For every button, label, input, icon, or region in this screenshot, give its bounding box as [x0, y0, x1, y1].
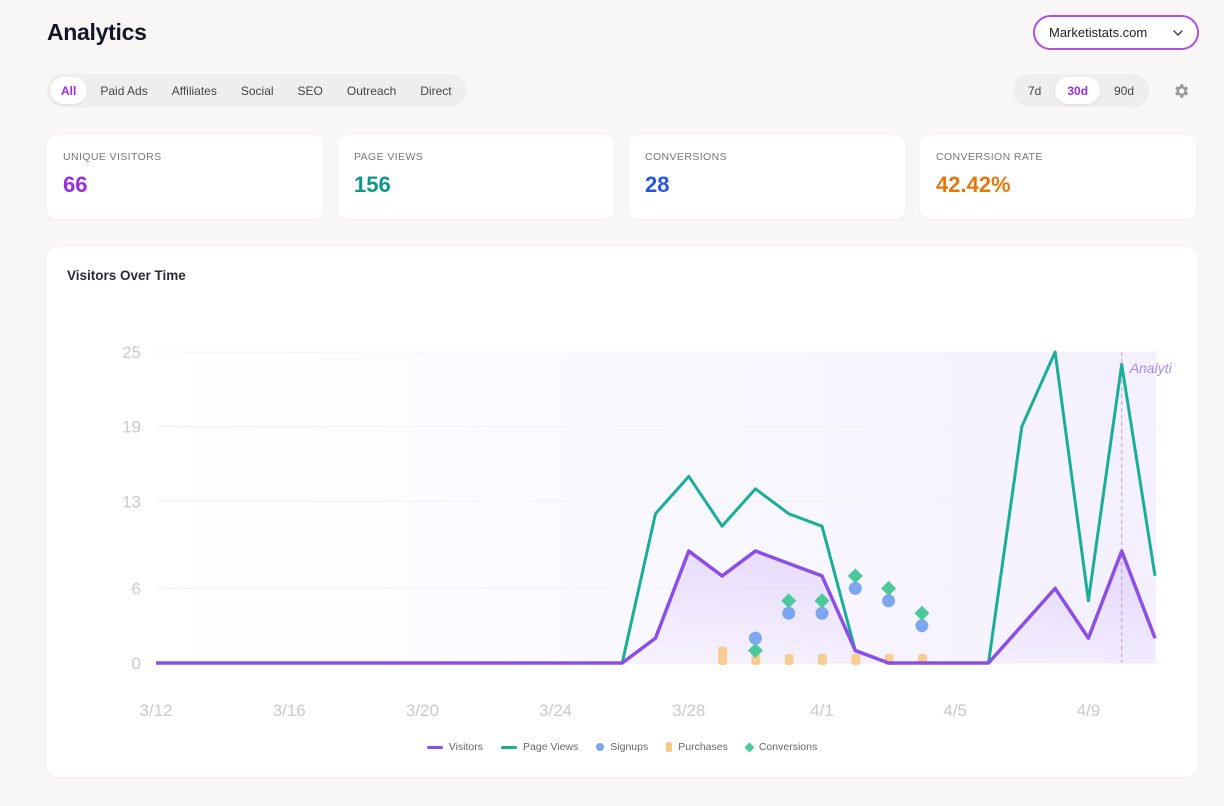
tab-seo[interactable]: SEO — [287, 77, 334, 104]
y-tick-label: 25 — [122, 343, 141, 362]
stat-card-conversion-rate: CONVERSION RATE 42.42% — [920, 135, 1196, 219]
stat-card-conversions: CONVERSIONS 28 — [629, 135, 905, 219]
stat-value: 66 — [63, 172, 88, 197]
legend-label: Visitors — [448, 741, 484, 753]
visitors-over-time-chart: 0 6 13 19 25 3/12 3/16 3/20 3/24 3/28 4/1 4/5 4/9 Ana… — [122, 343, 1173, 720]
tab-range-90d[interactable]: 90d — [1102, 77, 1146, 104]
tab-social[interactable]: Social — [230, 77, 285, 104]
visitors-chart-card: Visitors Over Time 0 6 13 19 25 3/12 3/16 3/20 3… — [47, 247, 1197, 777]
stat-value: 28 — [645, 172, 670, 197]
y-tick-label: 0 — [132, 654, 141, 673]
site-select-label: Marketistats.com — [1049, 25, 1148, 40]
legend-item-page-views[interactable]: Page Views — [501, 741, 578, 753]
y-tick-label: 6 — [132, 579, 141, 598]
x-tick-label: 4/1 — [810, 701, 834, 720]
source-filter-tabs: All Paid Ads Affiliates Social SEO Outre… — [47, 74, 466, 107]
tab-paid-ads[interactable]: Paid Ads — [89, 77, 158, 104]
purchases-bar — [784, 654, 794, 665]
legend-swatch — [501, 745, 518, 749]
legend-item-signups[interactable]: Signups — [596, 741, 648, 753]
x-tick-label: 3/20 — [406, 701, 439, 720]
purchases-bar — [851, 654, 861, 665]
stat-label: CONVERSIONS — [645, 151, 727, 163]
tab-all[interactable]: All — [50, 77, 88, 104]
chart-plot-area — [156, 352, 1156, 663]
x-tick-label: 4/5 — [943, 701, 967, 720]
chevron-down-icon — [1171, 26, 1185, 40]
tab-affiliates[interactable]: Affiliates — [161, 77, 228, 104]
tab-range-7d[interactable]: 7d — [1016, 77, 1053, 104]
signups-point — [815, 606, 829, 620]
stat-card-page-views: PAGE VIEWS 156 — [338, 135, 614, 219]
legend-swatch — [596, 743, 605, 751]
x-tick-label: 4/9 — [1077, 701, 1101, 720]
stat-card-unique-visitors: UNIQUE VISITORS 66 — [47, 135, 323, 219]
y-tick-label: 13 — [122, 492, 141, 511]
stat-label: UNIQUE VISITORS — [63, 151, 162, 163]
signups-point — [915, 619, 929, 633]
stat-value: 42.42% — [936, 172, 1011, 197]
legend-swatch — [744, 742, 755, 752]
tab-outreach[interactable]: Outreach — [336, 77, 407, 104]
purchases-bar — [718, 646, 728, 665]
annotation-label: Analyti — [1129, 360, 1173, 376]
page-title: Analytics — [47, 19, 147, 45]
legend-label: Conversions — [758, 741, 818, 753]
signups-point — [782, 606, 796, 620]
legend-label: Signups — [610, 741, 649, 753]
y-tick-label: 19 — [122, 418, 141, 437]
signups-point — [748, 631, 762, 645]
legend-item-conversions[interactable]: Conversions — [744, 741, 818, 753]
range-tabs: 7d 30d 90d — [1013, 74, 1150, 107]
chart-legend: Visitors Page Views Signups Purchases Co… — [47, 741, 1197, 753]
signups-point — [882, 594, 896, 608]
stat-label: PAGE VIEWS — [354, 151, 424, 163]
tab-direct[interactable]: Direct — [409, 77, 462, 104]
legend-swatch — [666, 742, 673, 752]
purchases-bar — [818, 654, 827, 665]
legend-swatch — [426, 745, 443, 749]
stat-value: 156 — [354, 172, 391, 197]
stat-label: CONVERSION RATE — [936, 151, 1043, 163]
x-tick-label: 3/28 — [672, 701, 705, 720]
x-tick-label: 3/16 — [273, 701, 306, 720]
gear-icon[interactable] — [1172, 82, 1190, 100]
x-tick-label: 3/12 — [139, 701, 172, 720]
signups-point — [848, 581, 862, 595]
site-select[interactable]: Marketistats.com — [1033, 15, 1199, 50]
legend-item-visitors[interactable]: Visitors — [426, 741, 484, 753]
tab-range-30d[interactable]: 30d — [1055, 77, 1101, 104]
legend-item-purchases[interactable]: Purchases — [666, 741, 728, 753]
legend-label: Purchases — [678, 741, 728, 753]
x-tick-label: 3/24 — [539, 701, 572, 720]
legend-label: Page Views — [523, 741, 579, 753]
